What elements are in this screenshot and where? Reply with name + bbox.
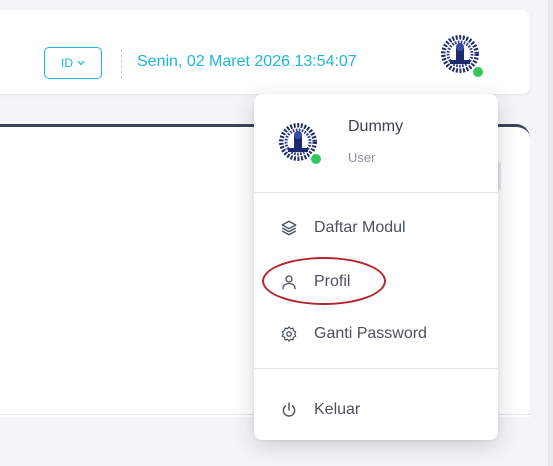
current-datetime: Senin, 02 Maret 2026 13:54:07	[137, 53, 357, 70]
layers-icon	[280, 219, 298, 237]
chevron-down-icon	[77, 59, 85, 67]
online-status-dot	[309, 152, 323, 166]
power-icon	[280, 401, 298, 419]
dropdown-avatar	[278, 122, 323, 166]
menu-item-profil[interactable]: Profil	[280, 268, 350, 296]
menu-item-keluar[interactable]: Keluar	[280, 396, 360, 424]
online-status-dot	[471, 65, 485, 79]
gear-icon	[280, 325, 298, 343]
user-role: User	[348, 150, 376, 165]
menu-item-ganti-password[interactable]: Ganti Password	[280, 320, 427, 348]
menu-item-label: Keluar	[314, 401, 361, 418]
menu-item-label: Ganti Password	[314, 325, 427, 342]
language-selector[interactable]: ID	[44, 47, 102, 79]
menu-item-daftar-modul[interactable]: Daftar Modul	[280, 214, 406, 242]
header-divider	[121, 49, 122, 79]
user-avatar-button[interactable]	[440, 34, 485, 79]
menu-divider	[254, 368, 498, 369]
language-label: ID	[61, 56, 73, 70]
menu-item-label: Daftar Modul	[314, 219, 406, 236]
user-name: Dummy	[348, 118, 404, 135]
user-dropdown-menu: Dummy User Daftar Modul Profil Ganti Pas…	[254, 94, 498, 440]
menu-item-label: Profil	[314, 273, 351, 290]
user-icon	[280, 273, 298, 291]
top-header: ID Senin, 02 Maret 2026 13:54:07	[0, 10, 530, 94]
menu-divider	[254, 192, 498, 193]
page-background: ID Senin, 02 Maret 2026 13:54:07 Dummy U…	[0, 0, 549, 466]
